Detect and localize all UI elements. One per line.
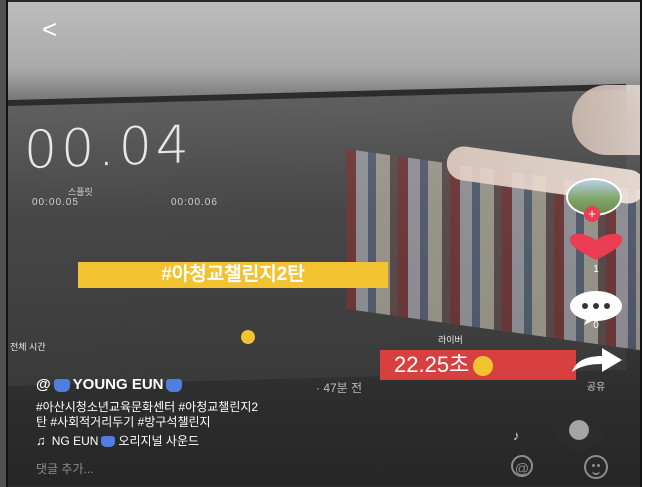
music-disc[interactable] (554, 410, 604, 450)
screen-label-timer: 라이버 (438, 335, 463, 345)
hashtag-sticker: #아청교챌린지2탄 (78, 262, 388, 288)
stopwatch-display: 00.04 (24, 115, 193, 181)
like-count: 1 (593, 264, 599, 275)
post-username[interactable]: @ YOUNG EUN (36, 376, 185, 393)
comment-input[interactable]: 댓글 추가... (36, 460, 94, 477)
caption-line: #아산시청소년교육문화센터 #아청교챌린지2 (36, 400, 259, 414)
post-caption[interactable]: #아산시청소년교육문화센터 #아청교챌린지2 탄 #사회적거리두기 #방구석챌린… (36, 400, 506, 430)
video-frame[interactable]: 00.04 스플릿 00:00.05 00:00.06 전체 시간 라이버 #아… (6, 0, 642, 487)
screen-label-total: 전체 시간 (10, 342, 46, 352)
stopwatch-button (241, 330, 255, 344)
time-sticker-text: 22.25초 (394, 352, 470, 377)
time-sticker: 22.25초 (380, 350, 576, 380)
lap-value: 00:00.05 (32, 197, 79, 208)
heart-icon[interactable] (566, 232, 626, 262)
music-title: 오리지널 사운드 (118, 434, 200, 448)
floating-music-note-icon: ♪ (513, 428, 520, 443)
comment-count: 0 (593, 320, 599, 331)
lap-value: 00:00.06 (171, 197, 218, 208)
username-text: YOUNG EUN (72, 376, 164, 393)
frame-left-border (6, 0, 8, 487)
share-label[interactable]: 공유 (566, 378, 626, 393)
back-button[interactable]: < (42, 16, 64, 42)
caption-line: 탄 #사회적거리두기 #방구석챌린지 (36, 415, 211, 429)
butterfly-emoji-icon (53, 378, 70, 392)
at-icon[interactable]: @ (511, 455, 533, 477)
grimace-emoji-icon (473, 356, 494, 377)
post-time: · 47분 전 (316, 381, 363, 395)
music-note-icon: ♫ (36, 433, 46, 448)
follow-plus-icon[interactable]: + (584, 206, 600, 222)
music-info[interactable]: ♫ NG EUN 오리지널 사운드 (36, 432, 199, 449)
butterfly-emoji-icon (101, 436, 116, 448)
smiley-icon[interactable] (584, 455, 608, 479)
hand-in-video (572, 85, 642, 155)
username-at: @ (36, 376, 51, 393)
frame-top-border (6, 0, 642, 2)
butterfly-emoji-icon (166, 378, 183, 392)
music-artist: NG EUN (51, 434, 99, 448)
share-arrow-icon[interactable] (568, 346, 624, 374)
